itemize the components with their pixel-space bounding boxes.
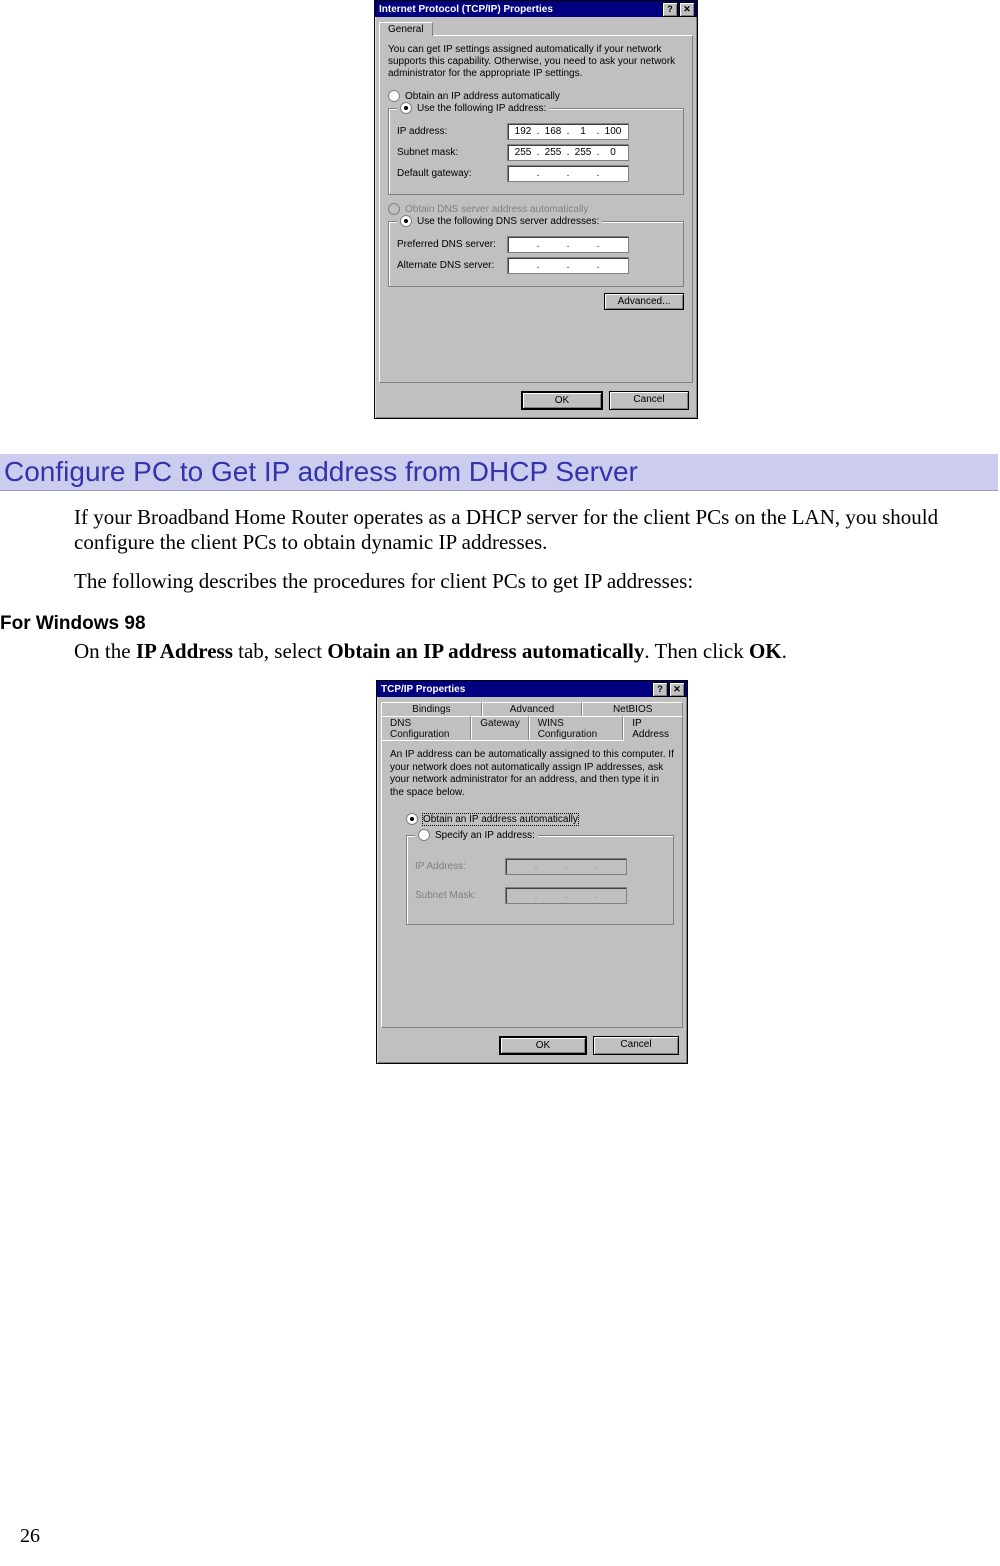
close-icon[interactable]: ✕ <box>669 682 685 697</box>
label-subnet-mask: Subnet mask: <box>397 147 507 158</box>
radio-obtain-ip[interactable]: Obtain an IP address automatically <box>388 90 684 102</box>
titlebar[interactable]: TCP/IP Properties ? ✕ <box>377 681 687 697</box>
tab-dns-configuration[interactable]: DNS Configuration <box>381 716 471 741</box>
instruction-windows-98: On the IP Address tab, select Obtain an … <box>74 639 998 664</box>
label-alternate-dns: Alternate DNS server: <box>397 260 507 271</box>
ok-button[interactable]: OK <box>521 391 603 410</box>
radio-specify-ip[interactable] <box>418 829 430 841</box>
radio-obtain-dns-label: Obtain DNS server address automatically <box>405 204 588 215</box>
input-subnet-mask[interactable]: 255. 255. 255. 0 <box>507 144 629 161</box>
radio-use-ip-label: Use the following IP address: <box>417 103 546 114</box>
input-alternate-dns[interactable]: . . . <box>507 257 629 274</box>
help-icon[interactable]: ? <box>652 682 668 697</box>
input-ip-address: . . . <box>505 858 627 875</box>
radio-specify-ip-label: Specify an IP address: <box>435 830 535 841</box>
dialog-internet-protocol-properties: Internet Protocol (TCP/IP) Properties ? … <box>374 0 698 419</box>
label-ip-address: IP address: <box>397 126 507 137</box>
window-title: TCP/IP Properties <box>379 684 651 695</box>
subheading-windows-98: For Windows 98 <box>0 613 998 635</box>
radio-use-dns-label: Use the following DNS server addresses: <box>417 216 599 227</box>
advanced-button[interactable]: Advanced... <box>604 293 684 310</box>
titlebar[interactable]: Internet Protocol (TCP/IP) Properties ? … <box>375 1 697 17</box>
input-ip-address[interactable]: 192. 168. 1. 100 <box>507 123 629 140</box>
section-heading: Configure PC to Get IP address from DHCP… <box>0 454 998 491</box>
window-title: Internet Protocol (TCP/IP) Properties <box>377 4 661 15</box>
cancel-button[interactable]: Cancel <box>609 391 689 410</box>
radio-obtain-ip[interactable]: Obtain an IP address automatically <box>406 813 674 825</box>
tab-general[interactable]: General <box>379 22 433 36</box>
tab-bindings[interactable]: Bindings <box>381 702 482 716</box>
tab-ip-address[interactable]: IP Address <box>623 716 683 741</box>
intro-text: An IP address can be automatically assig… <box>390 749 674 799</box>
help-icon[interactable]: ? <box>662 2 678 17</box>
radio-use-dns[interactable] <box>400 215 412 227</box>
group-specify-ip: Specify an IP address: IP Address: . . .… <box>406 835 674 925</box>
intro-text: You can get IP settings assigned automat… <box>388 44 684 80</box>
input-subnet-mask: . . . <box>505 887 627 904</box>
label-default-gateway: Default gateway: <box>397 168 507 179</box>
input-default-gateway[interactable]: . . . <box>507 165 629 182</box>
ok-button[interactable]: OK <box>499 1036 587 1055</box>
panel-general: You can get IP settings assigned automat… <box>379 35 693 383</box>
radio-obtain-ip-label: Obtain an IP address automatically <box>405 91 560 102</box>
tab-advanced[interactable]: Advanced <box>482 702 583 716</box>
radio-obtain-dns: Obtain DNS server address automatically <box>388 203 684 215</box>
paragraph-intro-2: The following describes the procedures f… <box>74 569 974 594</box>
dialog-tcpip-properties: TCP/IP Properties ? ✕ Bindings Advanced … <box>376 680 688 1064</box>
close-icon[interactable]: ✕ <box>679 2 695 17</box>
group-use-ip: Use the following IP address: IP address… <box>388 108 684 195</box>
group-use-dns: Use the following DNS server addresses: … <box>388 221 684 287</box>
tab-gateway[interactable]: Gateway <box>471 716 528 741</box>
panel-ip-address: An IP address can be automatically assig… <box>381 740 683 1028</box>
paragraph-intro-1: If your Broadband Home Router operates a… <box>74 505 974 555</box>
label-subnet-mask: Subnet Mask: <box>415 890 505 901</box>
page-number: 26 <box>20 1525 40 1548</box>
label-preferred-dns: Preferred DNS server: <box>397 239 507 250</box>
cancel-button[interactable]: Cancel <box>593 1036 679 1055</box>
label-ip-address: IP Address: <box>415 861 505 872</box>
radio-use-ip[interactable] <box>400 102 412 114</box>
tab-netbios[interactable]: NetBIOS <box>582 702 683 716</box>
input-preferred-dns[interactable]: . . . <box>507 236 629 253</box>
tab-wins-configuration[interactable]: WINS Configuration <box>529 716 624 741</box>
radio-obtain-ip-label: Obtain an IP address automatically <box>423 814 578 825</box>
